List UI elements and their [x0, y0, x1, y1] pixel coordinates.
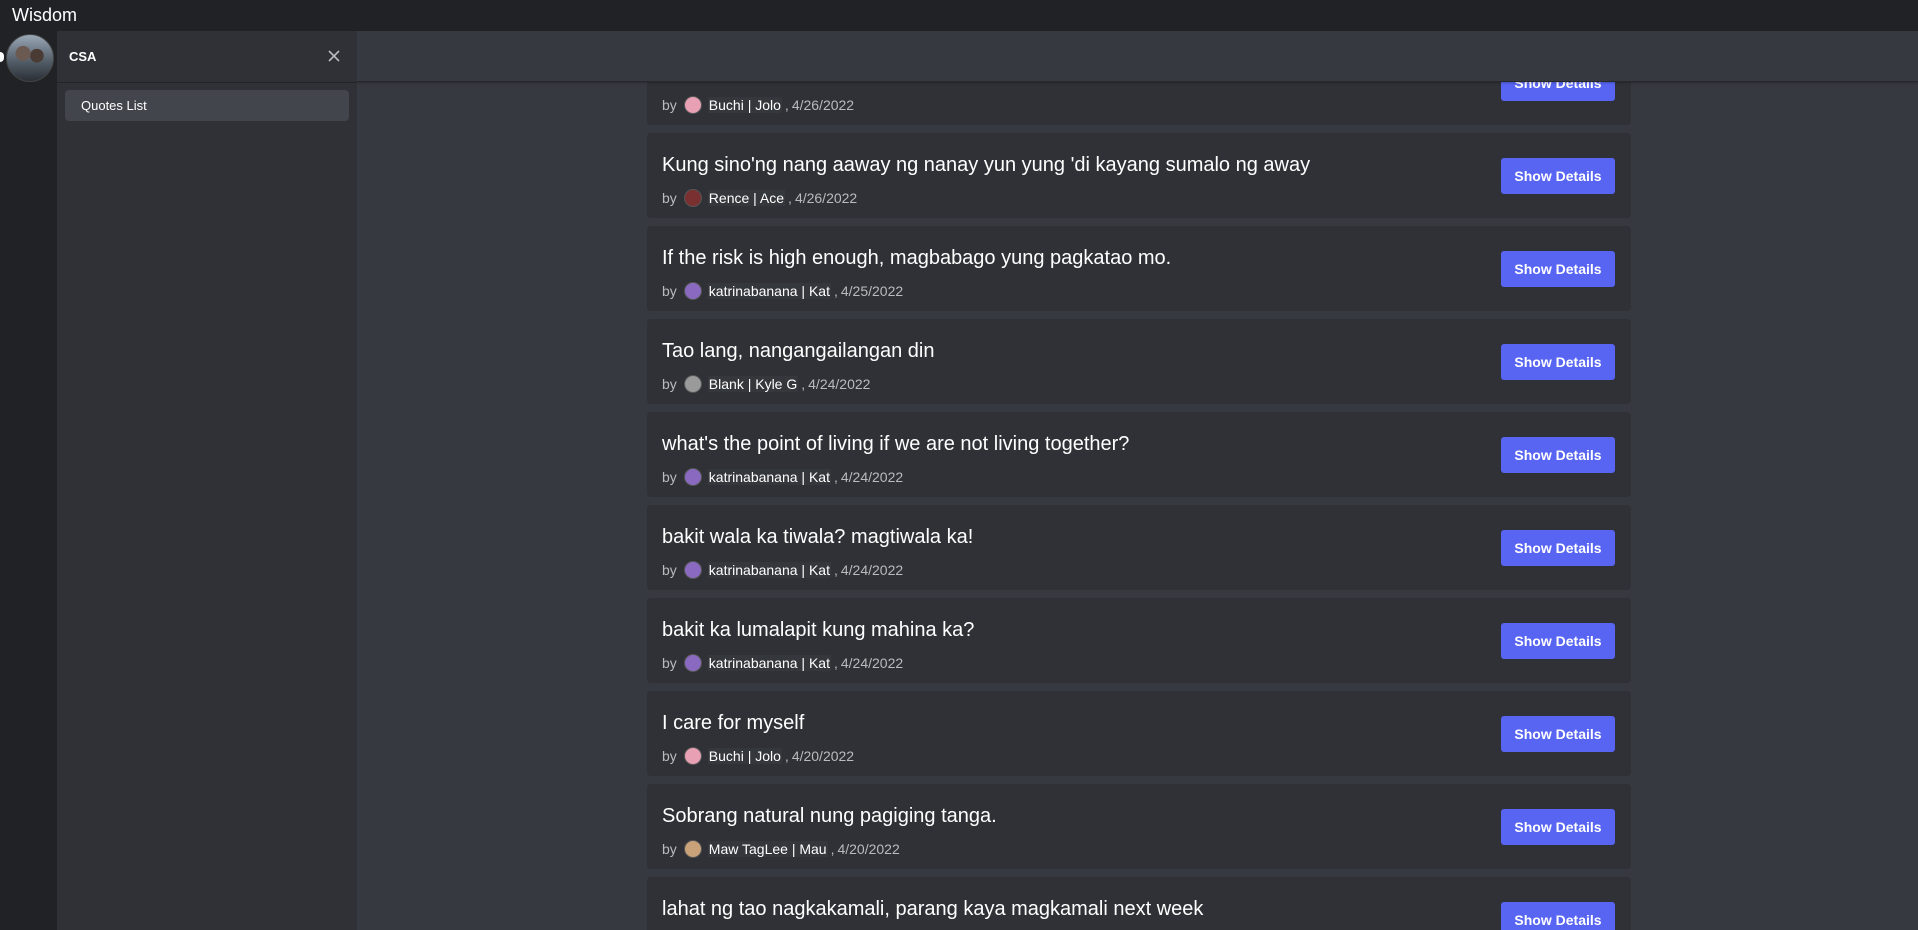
author-name[interactable]: katrinabanana | Kat — [707, 562, 831, 578]
quote-text: lahat ng tao nagkakamali, parang kaya ma… — [662, 898, 1204, 920]
quote-meta: by katrinabanana | Kat , 4/25/2022 — [662, 282, 903, 300]
author-avatar — [683, 654, 702, 672]
by-label: by — [662, 283, 677, 299]
show-details-button[interactable]: Show Details — [1501, 344, 1615, 380]
author-avatar — [683, 96, 702, 114]
show-details-button[interactable]: Show Details — [1501, 530, 1615, 566]
author-name[interactable]: katrinabanana | Kat — [707, 469, 831, 485]
quote-card: I care for myself by Buchi | Jolo , 4/20/20… — [647, 691, 1631, 776]
quote-card: Sobrang natural nung pagiging tanga. by Ma… — [647, 784, 1631, 869]
quote-text: Kung sino'ng nang aaway ng nanay yun yun… — [662, 154, 1311, 176]
quote-meta: by Blank | Kyle G , 4/24/2022 — [662, 375, 870, 393]
meta-separator: , — [833, 562, 838, 578]
show-details-button[interactable]: Show Details — [1501, 902, 1615, 930]
quote-card: bakit ka lumalapit kung mahina ka? by katr… — [647, 598, 1631, 683]
show-details-button[interactable]: Show Details — [1501, 158, 1615, 194]
main-header-bar — [357, 31, 1918, 82]
quote-date: 4/24/2022 — [840, 469, 904, 485]
show-details-button[interactable]: Show Details — [1501, 623, 1615, 659]
by-label: by — [662, 841, 677, 857]
quote-text: Sobrang natural nung pagiging tanga. — [662, 805, 997, 827]
app-title: Wisdom — [12, 5, 78, 25]
server-selected-indicator — [0, 52, 4, 62]
meta-separator: , — [830, 841, 835, 857]
close-icon[interactable] — [325, 47, 343, 65]
quote-card: what's the point of living if we are not… — [647, 412, 1631, 497]
author-avatar — [683, 840, 702, 858]
quote-date: 4/26/2022 — [791, 97, 855, 113]
quote-date: 4/25/2022 — [840, 283, 904, 299]
quote-card: Kung sino'ng nang aaway ng nanay yun yun… — [647, 133, 1631, 218]
quote-date: 4/24/2022 — [840, 562, 904, 578]
author-name[interactable]: katrinabanana | Kat — [707, 283, 831, 299]
author-avatar — [683, 189, 702, 207]
quote-card: bakit wala ka tiwala? magtiwala ka! by kat… — [647, 505, 1631, 590]
quote-date: 4/20/2022 — [837, 841, 900, 857]
author-avatar — [683, 375, 702, 393]
by-label: by — [662, 376, 677, 392]
meta-separator: , — [801, 376, 806, 392]
quote-text: bakit wala ka tiwala? magtiwala ka! — [662, 526, 974, 548]
author-name[interactable]: Rence | Ace — [707, 190, 786, 206]
server-name: CSA — [69, 49, 97, 64]
quote-text: what's the point of living if we are not… — [662, 433, 1130, 455]
meta-separator: , — [788, 190, 792, 206]
show-details-button[interactable]: Show Details — [1501, 251, 1615, 287]
quote-date: 4/26/2022 — [794, 190, 858, 206]
quote-text: If the risk is high enough, magbabago yu… — [662, 247, 1172, 269]
by-label: by — [662, 562, 677, 578]
author-avatar — [683, 468, 702, 486]
author-name[interactable]: katrinabanana | Kat — [707, 655, 831, 671]
server-avatar[interactable] — [6, 34, 54, 82]
meta-separator: , — [784, 748, 789, 764]
author-avatar — [683, 282, 702, 300]
author-name[interactable]: Buchi | Jolo — [707, 97, 782, 113]
show-details-button[interactable]: Show Details — [1501, 716, 1615, 752]
channel-panel: CSA Quotes List — [57, 31, 357, 930]
meta-separator: , — [833, 283, 838, 299]
sidebar-item-label: Quotes List — [81, 98, 147, 113]
quote-meta: by katrinabanana | Kat , 4/24/2022 — [662, 561, 903, 579]
by-label: by — [662, 469, 677, 485]
quote-card: Tao lang, nangangailangan din by Blank | K… — [647, 319, 1631, 404]
quote-meta: by Maw TagLee | Mau , 4/20/2022 — [662, 840, 900, 858]
quote-text: I care for myself — [662, 712, 805, 734]
quote-card: If the risk is high enough, magbabago yu… — [647, 226, 1631, 311]
quote-meta: by katrinabanana | Kat , 4/24/2022 — [662, 654, 903, 672]
meta-separator: , — [833, 469, 838, 485]
author-name[interactable]: Blank | Kyle G — [707, 376, 799, 392]
author-name[interactable]: Buchi | Jolo — [707, 748, 782, 764]
by-label: by — [662, 748, 677, 764]
quote-date: 4/20/2022 — [791, 748, 855, 764]
quote-meta: by Rence | Ace , 4/26/2022 — [662, 189, 857, 207]
quote-text: bakit ka lumalapit kung mahina ka? — [662, 619, 975, 641]
server-rail — [0, 31, 57, 930]
quote-meta: by Buchi | Jolo , 4/26/2022 — [662, 96, 854, 114]
quote-meta: by katrinabanana | Kat , 4/24/2022 — [662, 468, 903, 486]
quote-meta: by Buchi | Jolo , 4/20/2022 — [662, 747, 854, 765]
by-label: by — [662, 655, 677, 671]
by-label: by — [662, 97, 677, 113]
show-details-button[interactable]: Show Details — [1501, 437, 1615, 473]
quote-text: Tao lang, nangangailangan din — [662, 340, 935, 362]
quote-card: lahat ng tao nagkakamali, parang kaya ma… — [647, 877, 1631, 930]
quote-date: 4/24/2022 — [808, 376, 871, 392]
by-label: by — [662, 190, 677, 206]
show-details-button[interactable]: Show Details — [1501, 809, 1615, 845]
quote-date: 4/24/2022 — [840, 655, 904, 671]
panel-header: CSA — [57, 31, 357, 83]
author-avatar — [683, 561, 702, 579]
sidebar-item-quotes-list[interactable]: Quotes List — [65, 90, 349, 121]
meta-separator: , — [784, 97, 789, 113]
author-avatar — [683, 747, 702, 765]
title-bar: Wisdom — [0, 0, 1918, 31]
meta-separator: , — [833, 655, 838, 671]
author-name[interactable]: Maw TagLee | Mau — [707, 841, 828, 857]
quotes-scroll-area[interactable]: Dapat yakap, hindi lang basta yakap sa t… — [357, 0, 1918, 930]
